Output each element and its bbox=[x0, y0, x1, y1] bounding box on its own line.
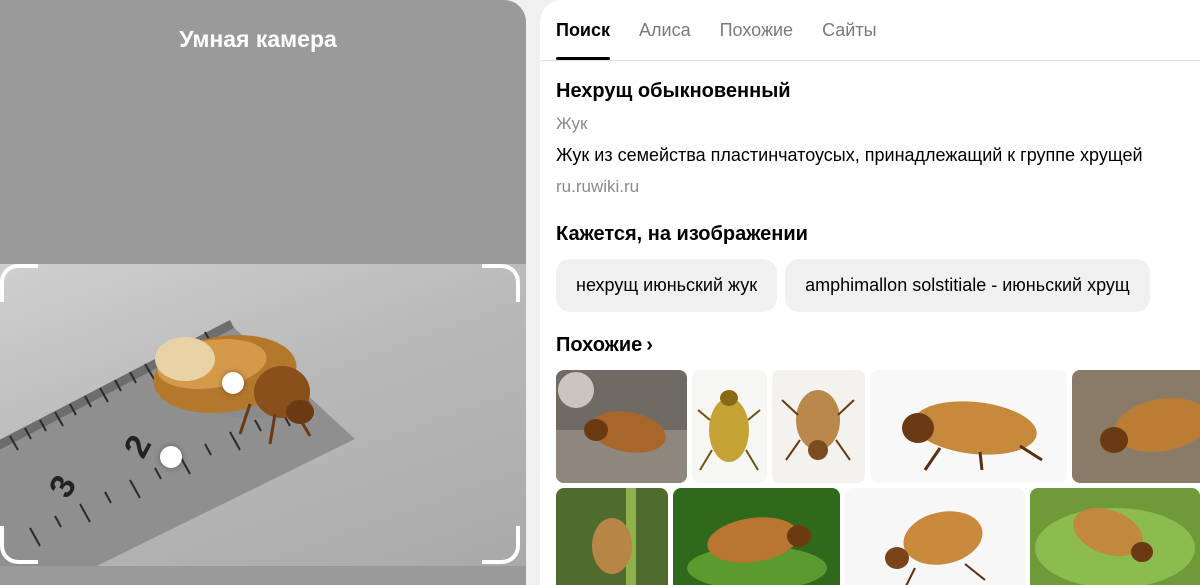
object-marker-ruler[interactable] bbox=[160, 446, 182, 468]
similar-thumbnail[interactable] bbox=[692, 370, 767, 483]
seems-section-title: Кажется, на изображении bbox=[556, 223, 808, 245]
result-tabs: Поиск Алиса Похожие Сайты bbox=[556, 0, 877, 60]
object-marker-beetle[interactable] bbox=[222, 372, 244, 394]
crop-handle-bottom-right[interactable] bbox=[482, 526, 520, 564]
similar-thumbnail[interactable] bbox=[556, 488, 668, 585]
similar-thumbnail[interactable] bbox=[1072, 370, 1200, 483]
similar-title: Похожие bbox=[556, 334, 643, 356]
entity-source-link[interactable]: ru.ruwiki.ru bbox=[556, 177, 639, 197]
entity-title[interactable]: Нехрущ обыкновенный bbox=[556, 80, 791, 103]
entity-description: Жук из семейства пластинчатоусых, принад… bbox=[556, 145, 1143, 165]
similar-thumbnail[interactable] bbox=[673, 488, 840, 585]
similar-thumbnail[interactable] bbox=[556, 370, 687, 483]
tab-alice[interactable]: Алиса bbox=[639, 0, 691, 60]
similar-thumbnail[interactable] bbox=[772, 370, 865, 483]
crop-handle-top-left[interactable] bbox=[0, 264, 38, 302]
results-panel: Поиск Алиса Похожие Сайты Нехрущ обыкнов… bbox=[540, 0, 1200, 585]
similar-thumbnail[interactable] bbox=[870, 370, 1067, 483]
similar-thumbnail[interactable] bbox=[845, 488, 1025, 585]
camera-bottom-bar bbox=[0, 566, 526, 585]
smart-camera-panel: Умная камера 2 3 bbox=[0, 0, 526, 585]
seems-chips: нехрущ июньский жук amphimallon solstiti… bbox=[556, 259, 1150, 312]
tab-search[interactable]: Поиск bbox=[556, 0, 611, 60]
chevron-right-icon: › bbox=[646, 334, 653, 356]
camera-title: Умная камера bbox=[179, 26, 337, 52]
tab-similar[interactable]: Похожие bbox=[720, 0, 793, 60]
crop-handle-bottom-left[interactable] bbox=[0, 526, 38, 564]
camera-photo[interactable]: 2 3 bbox=[0, 264, 526, 566]
crop-handle-top-right[interactable] bbox=[482, 264, 520, 302]
tab-sites[interactable]: Сайты bbox=[822, 0, 876, 60]
chip-query[interactable]: нехрущ июньский жук bbox=[556, 259, 778, 312]
tabs-divider bbox=[540, 60, 1200, 61]
similar-section-link[interactable]: Похожие › bbox=[556, 334, 653, 357]
chip-query[interactable]: amphimallon solstitiale - июньский хрущ bbox=[785, 259, 1150, 312]
similar-thumbnail[interactable] bbox=[1030, 488, 1200, 585]
entity-subtitle: Жук bbox=[556, 114, 588, 133]
